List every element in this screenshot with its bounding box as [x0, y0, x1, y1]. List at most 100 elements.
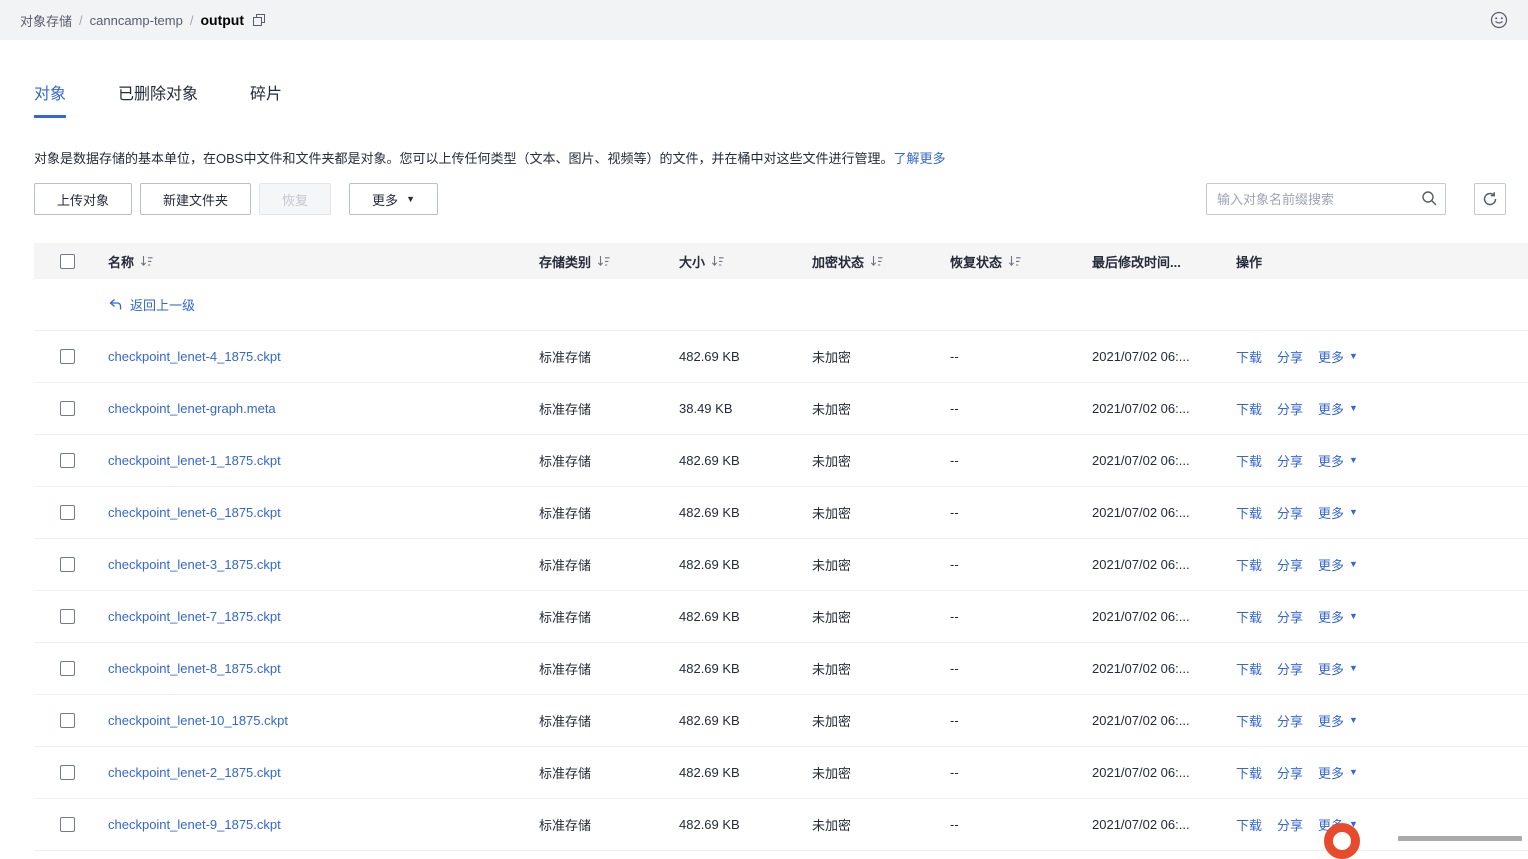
storage-class-cell: 标准存储 [539, 350, 592, 365]
storage-class-cell: 标准存储 [539, 454, 592, 469]
tab-objects[interactable]: 对象 [34, 80, 67, 118]
encryption-cell: 未加密 [812, 350, 852, 365]
object-name-link[interactable]: checkpoint_lenet-graph.meta [108, 401, 276, 416]
back-to-parent-link[interactable]: 返回上一级 [108, 295, 195, 314]
row-checkbox[interactable] [59, 661, 75, 676]
copy-icon[interactable] [252, 13, 266, 27]
sort-icon[interactable] [597, 255, 610, 268]
share-link[interactable]: 分享 [1277, 399, 1303, 418]
header-name[interactable]: 名称 [100, 252, 531, 271]
upload-object-button[interactable]: 上传对象 [34, 183, 133, 215]
object-table-body: checkpoint_lenet-4_1875.ckpt 标准存储 482.69… [34, 331, 1528, 851]
refresh-button[interactable] [1474, 183, 1506, 215]
share-link[interactable]: 分享 [1277, 607, 1303, 626]
download-link[interactable]: 下载 [1236, 763, 1262, 782]
object-name-link[interactable]: checkpoint_lenet-2_1875.ckpt [108, 765, 281, 780]
sort-icon[interactable] [140, 255, 153, 268]
row-more-label: 更多 [1318, 662, 1345, 677]
share-link[interactable]: 分享 [1277, 503, 1303, 522]
share-link[interactable]: 分享 [1277, 451, 1303, 470]
row-more-link[interactable]: 更多 ▼ [1318, 503, 1358, 522]
caret-down-icon: ▼ [1349, 351, 1358, 361]
row-more-link[interactable]: 更多 ▼ [1318, 347, 1358, 366]
header-last-modified[interactable]: 最后修改时间... [1084, 252, 1228, 271]
row-checkbox[interactable] [59, 713, 75, 728]
download-link[interactable]: 下载 [1236, 607, 1262, 626]
object-name-link[interactable]: checkpoint_lenet-1_1875.ckpt [108, 453, 281, 468]
download-link[interactable]: 下载 [1236, 711, 1262, 730]
back-arrow-icon [108, 297, 123, 312]
select-all-checkbox[interactable] [59, 253, 75, 269]
breadcrumb-bucket[interactable]: canncamp-temp [90, 13, 183, 28]
row-checkbox[interactable] [59, 505, 75, 520]
row-checkbox[interactable] [59, 765, 75, 780]
table-row: checkpoint_lenet-7_1875.ckpt 标准存储 482.69… [34, 591, 1528, 643]
new-folder-button[interactable]: 新建文件夹 [140, 183, 252, 215]
tab-deleted-objects[interactable]: 已删除对象 [118, 80, 198, 118]
share-link[interactable]: 分享 [1277, 815, 1303, 834]
row-more-link[interactable]: 更多 ▼ [1318, 763, 1358, 782]
download-link[interactable]: 下载 [1236, 555, 1262, 574]
download-link[interactable]: 下载 [1236, 451, 1262, 470]
object-name-link[interactable]: checkpoint_lenet-6_1875.ckpt [108, 505, 281, 520]
modified-cell: 2021/07/02 06:... [1092, 817, 1190, 832]
smiley-feedback-icon[interactable] [1490, 11, 1508, 29]
row-more-link[interactable]: 更多 ▼ [1318, 711, 1358, 730]
object-name-link[interactable]: checkpoint_lenet-7_1875.ckpt [108, 609, 281, 624]
header-restore-status[interactable]: 恢复状态 [942, 252, 1084, 271]
sort-icon[interactable] [711, 255, 724, 268]
search-icon[interactable] [1421, 190, 1438, 207]
modified-cell: 2021/07/02 06:... [1092, 661, 1190, 676]
sort-icon[interactable] [870, 255, 883, 268]
search-input[interactable] [1206, 183, 1446, 215]
tab-bar: 对象 已删除对象 碎片 [0, 40, 1528, 118]
object-name-link[interactable]: checkpoint_lenet-10_1875.ckpt [108, 713, 288, 728]
sort-icon[interactable] [1008, 255, 1021, 268]
share-link[interactable]: 分享 [1277, 555, 1303, 574]
download-link[interactable]: 下载 [1236, 399, 1262, 418]
back-to-parent-label: 返回上一级 [130, 297, 196, 313]
download-link[interactable]: 下载 [1236, 503, 1262, 522]
table-row: checkpoint_lenet-8_1875.ckpt 标准存储 482.69… [34, 643, 1528, 695]
share-link[interactable]: 分享 [1277, 347, 1303, 366]
table-row: checkpoint_lenet-2_1875.ckpt 标准存储 482.69… [34, 747, 1528, 799]
share-link[interactable]: 分享 [1277, 763, 1303, 782]
intro-text: 对象是数据存储的基本单位，在OBS中文件和文件夹都是对象。您可以上传任何类型（文… [34, 148, 1494, 167]
share-link[interactable]: 分享 [1277, 659, 1303, 678]
object-name-link[interactable]: checkpoint_lenet-3_1875.ckpt [108, 557, 281, 572]
storage-class-cell: 标准存储 [539, 402, 592, 417]
object-name-link[interactable]: checkpoint_lenet-9_1875.ckpt [108, 817, 281, 832]
row-more-link[interactable]: 更多 ▼ [1318, 451, 1358, 470]
restore-button[interactable]: 恢复 [259, 183, 332, 215]
breadcrumb-current-folder: output [200, 12, 245, 28]
download-link[interactable]: 下载 [1236, 815, 1262, 834]
row-more-link[interactable]: 更多 ▼ [1318, 659, 1358, 678]
learn-more-link[interactable]: 了解更多 [893, 151, 945, 166]
back-to-parent-row: 返回上一级 [34, 279, 1528, 331]
row-checkbox[interactable] [59, 401, 75, 416]
share-link[interactable]: 分享 [1277, 711, 1303, 730]
object-name-link[interactable]: checkpoint_lenet-8_1875.ckpt [108, 661, 281, 676]
download-link[interactable]: 下载 [1236, 659, 1262, 678]
tab-fragments[interactable]: 碎片 [250, 80, 282, 118]
row-checkbox[interactable] [59, 609, 75, 624]
watermark-logo [1324, 823, 1360, 859]
more-button[interactable]: 更多 ▼ [349, 183, 438, 215]
modified-cell: 2021/07/02 06:... [1092, 557, 1190, 572]
row-checkbox[interactable] [59, 453, 75, 468]
breadcrumb-object-storage[interactable]: 对象存储 [20, 11, 72, 30]
restore-status-cell: -- [950, 401, 959, 416]
row-checkbox[interactable] [59, 349, 75, 364]
row-more-link[interactable]: 更多 ▼ [1318, 399, 1358, 418]
object-name-link[interactable]: checkpoint_lenet-4_1875.ckpt [108, 349, 281, 364]
row-more-label: 更多 [1318, 402, 1345, 417]
header-storage-class[interactable]: 存储类别 [531, 252, 671, 271]
header-size[interactable]: 大小 [671, 252, 804, 271]
row-more-link[interactable]: 更多 ▼ [1318, 607, 1358, 626]
row-checkbox[interactable] [59, 557, 75, 572]
header-encryption-status[interactable]: 加密状态 [804, 252, 942, 271]
size-cell: 482.69 KB [679, 661, 740, 676]
row-more-link[interactable]: 更多 ▼ [1318, 555, 1358, 574]
download-link[interactable]: 下载 [1236, 347, 1262, 366]
row-checkbox[interactable] [59, 817, 75, 832]
